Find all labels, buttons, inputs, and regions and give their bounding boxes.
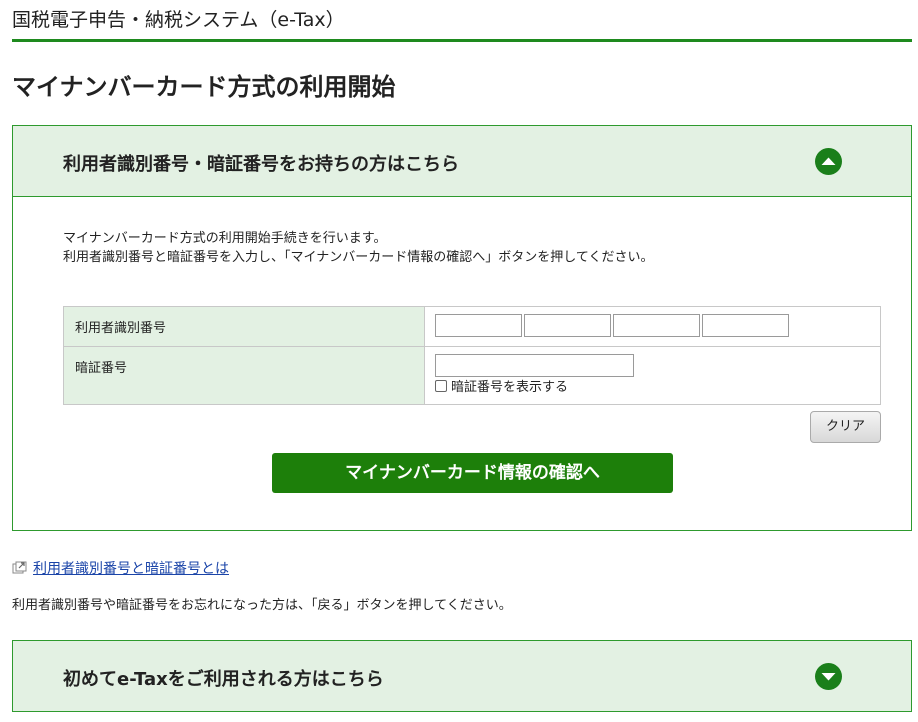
external-link-icon (12, 561, 28, 579)
user-id-input-4[interactable] (702, 314, 789, 337)
collapse-toggle-button[interactable] (815, 148, 842, 175)
user-id-label: 利用者識別番号 (63, 306, 425, 347)
existing-user-panel-header[interactable]: 利用者識別番号・暗証番号をお持ちの方はこちら (13, 126, 911, 197)
chevron-down-circle-icon (821, 673, 836, 681)
forgot-credentials-note: 利用者識別番号や暗証番号をお忘れになった方は、「戻る」ボタンを押してください。 (12, 598, 512, 613)
password-input[interactable] (435, 354, 634, 377)
clear-button[interactable]: クリア (810, 411, 881, 443)
chevron-up-circle-icon (821, 157, 836, 165)
help-link-row: 利用者識別番号と暗証番号とは (12, 558, 229, 579)
first-time-user-panel-heading: 初めてe-Taxをご利用される方はこちら (63, 669, 384, 690)
first-time-user-panel: 初めてe-Taxをご利用される方はこちら (12, 640, 912, 712)
first-time-user-panel-header[interactable]: 初めてe-Taxをご利用される方はこちら (13, 641, 911, 711)
user-id-input-2[interactable] (524, 314, 611, 337)
site-header: 国税電子申告・納税システム（e-Tax） (12, 0, 912, 42)
user-id-row: 利用者識別番号 (63, 306, 881, 347)
existing-user-panel: 利用者識別番号・暗証番号をお持ちの方はこちら マイナンバーカード方式の利用開始手… (12, 125, 912, 531)
password-row: 暗証番号 暗証番号を表示する (63, 346, 881, 405)
show-password-option[interactable]: 暗証番号を表示する (435, 379, 870, 397)
user-id-input-1[interactable] (435, 314, 522, 337)
confirm-my-number-card-button[interactable]: マイナンバーカード情報の確認へ (272, 453, 673, 493)
credentials-form: 利用者識別番号 暗証番号 暗証番号を表示する (63, 306, 881, 405)
existing-user-panel-heading: 利用者識別番号・暗証番号をお持ちの方はこちら (63, 154, 459, 175)
show-password-label[interactable]: 暗証番号を表示する (451, 380, 568, 395)
password-label: 暗証番号 (63, 346, 425, 405)
user-id-input-3[interactable] (613, 314, 700, 337)
page-title: マイナンバーカード方式の利用開始 (12, 73, 396, 101)
intro-line-1: マイナンバーカード方式の利用開始手続きを行います。 (63, 231, 387, 246)
credentials-help-link[interactable]: 利用者識別番号と暗証番号とは (33, 561, 229, 577)
site-title: 国税電子申告・納税システム（e-Tax） (12, 9, 345, 31)
password-field-group: 暗証番号を表示する (424, 346, 881, 405)
intro-line-2: 利用者識別番号と暗証番号を入力し、「マイナンバーカード情報の確認へ」ボタンを押し… (63, 250, 654, 265)
intro-text: マイナンバーカード方式の利用開始手続きを行います。 利用者識別番号と暗証番号を入… (63, 229, 653, 267)
show-password-checkbox[interactable] (435, 380, 447, 392)
user-id-field-group (424, 306, 881, 347)
expand-toggle-button[interactable] (815, 663, 842, 690)
